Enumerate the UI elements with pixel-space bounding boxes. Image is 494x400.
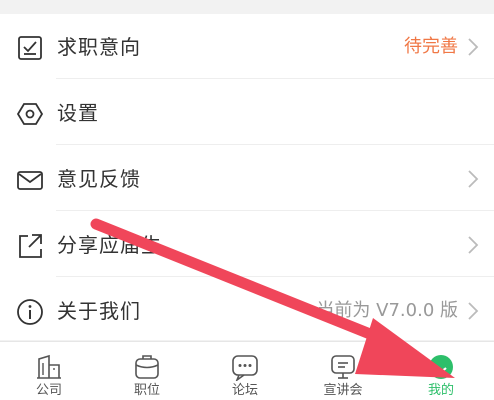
version-text: 当前为 V7.0.0 版 [316, 300, 458, 321]
menu-item-label: 意见反馈 [57, 167, 141, 191]
settings-hexagon-icon [15, 99, 45, 129]
tab-jobs[interactable]: 职位 [98, 342, 196, 400]
tab-label: 论坛 [231, 383, 258, 398]
tab-forum[interactable]: 论坛 [196, 342, 294, 400]
menu-item-label: 设置 [57, 101, 99, 125]
tab-label: 职位 [133, 383, 160, 398]
tab-label: 公司 [35, 383, 62, 398]
tab-company[interactable]: 公司 [0, 342, 98, 400]
divider [56, 210, 494, 211]
info-icon [15, 297, 45, 327]
chevron-right-icon [466, 36, 480, 58]
chevron-right-icon [466, 168, 480, 190]
profile-smile-icon [427, 353, 455, 381]
chevron-right-icon [466, 234, 480, 256]
checklist-icon [15, 33, 45, 63]
menu-item-about[interactable]: 关于我们 当前为 V7.0.0 版 [0, 286, 494, 336]
tab-seminars[interactable]: 宣讲会 [294, 342, 392, 400]
tab-label: 宣讲会 [323, 383, 363, 398]
tab-profile[interactable]: 我的 [392, 342, 490, 400]
menu-item-label: 求职意向 [57, 35, 141, 59]
divider [56, 276, 494, 277]
divider [56, 78, 494, 79]
mail-icon [15, 165, 45, 195]
briefcase-icon [133, 353, 161, 381]
menu-item-settings[interactable]: 设置 [0, 88, 494, 138]
menu-item-job-intention[interactable]: 求职意向 待完善 [0, 22, 494, 72]
chevron-right-icon [466, 300, 480, 322]
presentation-icon [329, 353, 357, 381]
menu-item-label: 分享应届生 [57, 233, 162, 257]
bottom-tab-bar: 公司 职位 论坛 宣讲会 我的 [0, 341, 494, 400]
share-icon [15, 231, 45, 261]
job-intention-status: 待完善 [404, 36, 458, 57]
company-building-icon [35, 353, 63, 381]
menu-item-share[interactable]: 分享应届生 [0, 220, 494, 270]
menu-item-label: 关于我们 [57, 299, 141, 323]
tab-label: 我的 [427, 383, 454, 398]
settings-menu-card: 求职意向 待完善 设置 意见反馈 分享应届生 关于我们 当前为 V7.0.0 版 [0, 14, 494, 340]
chat-bubble-icon [231, 353, 259, 381]
menu-item-feedback[interactable]: 意见反馈 [0, 154, 494, 204]
divider [56, 144, 494, 145]
